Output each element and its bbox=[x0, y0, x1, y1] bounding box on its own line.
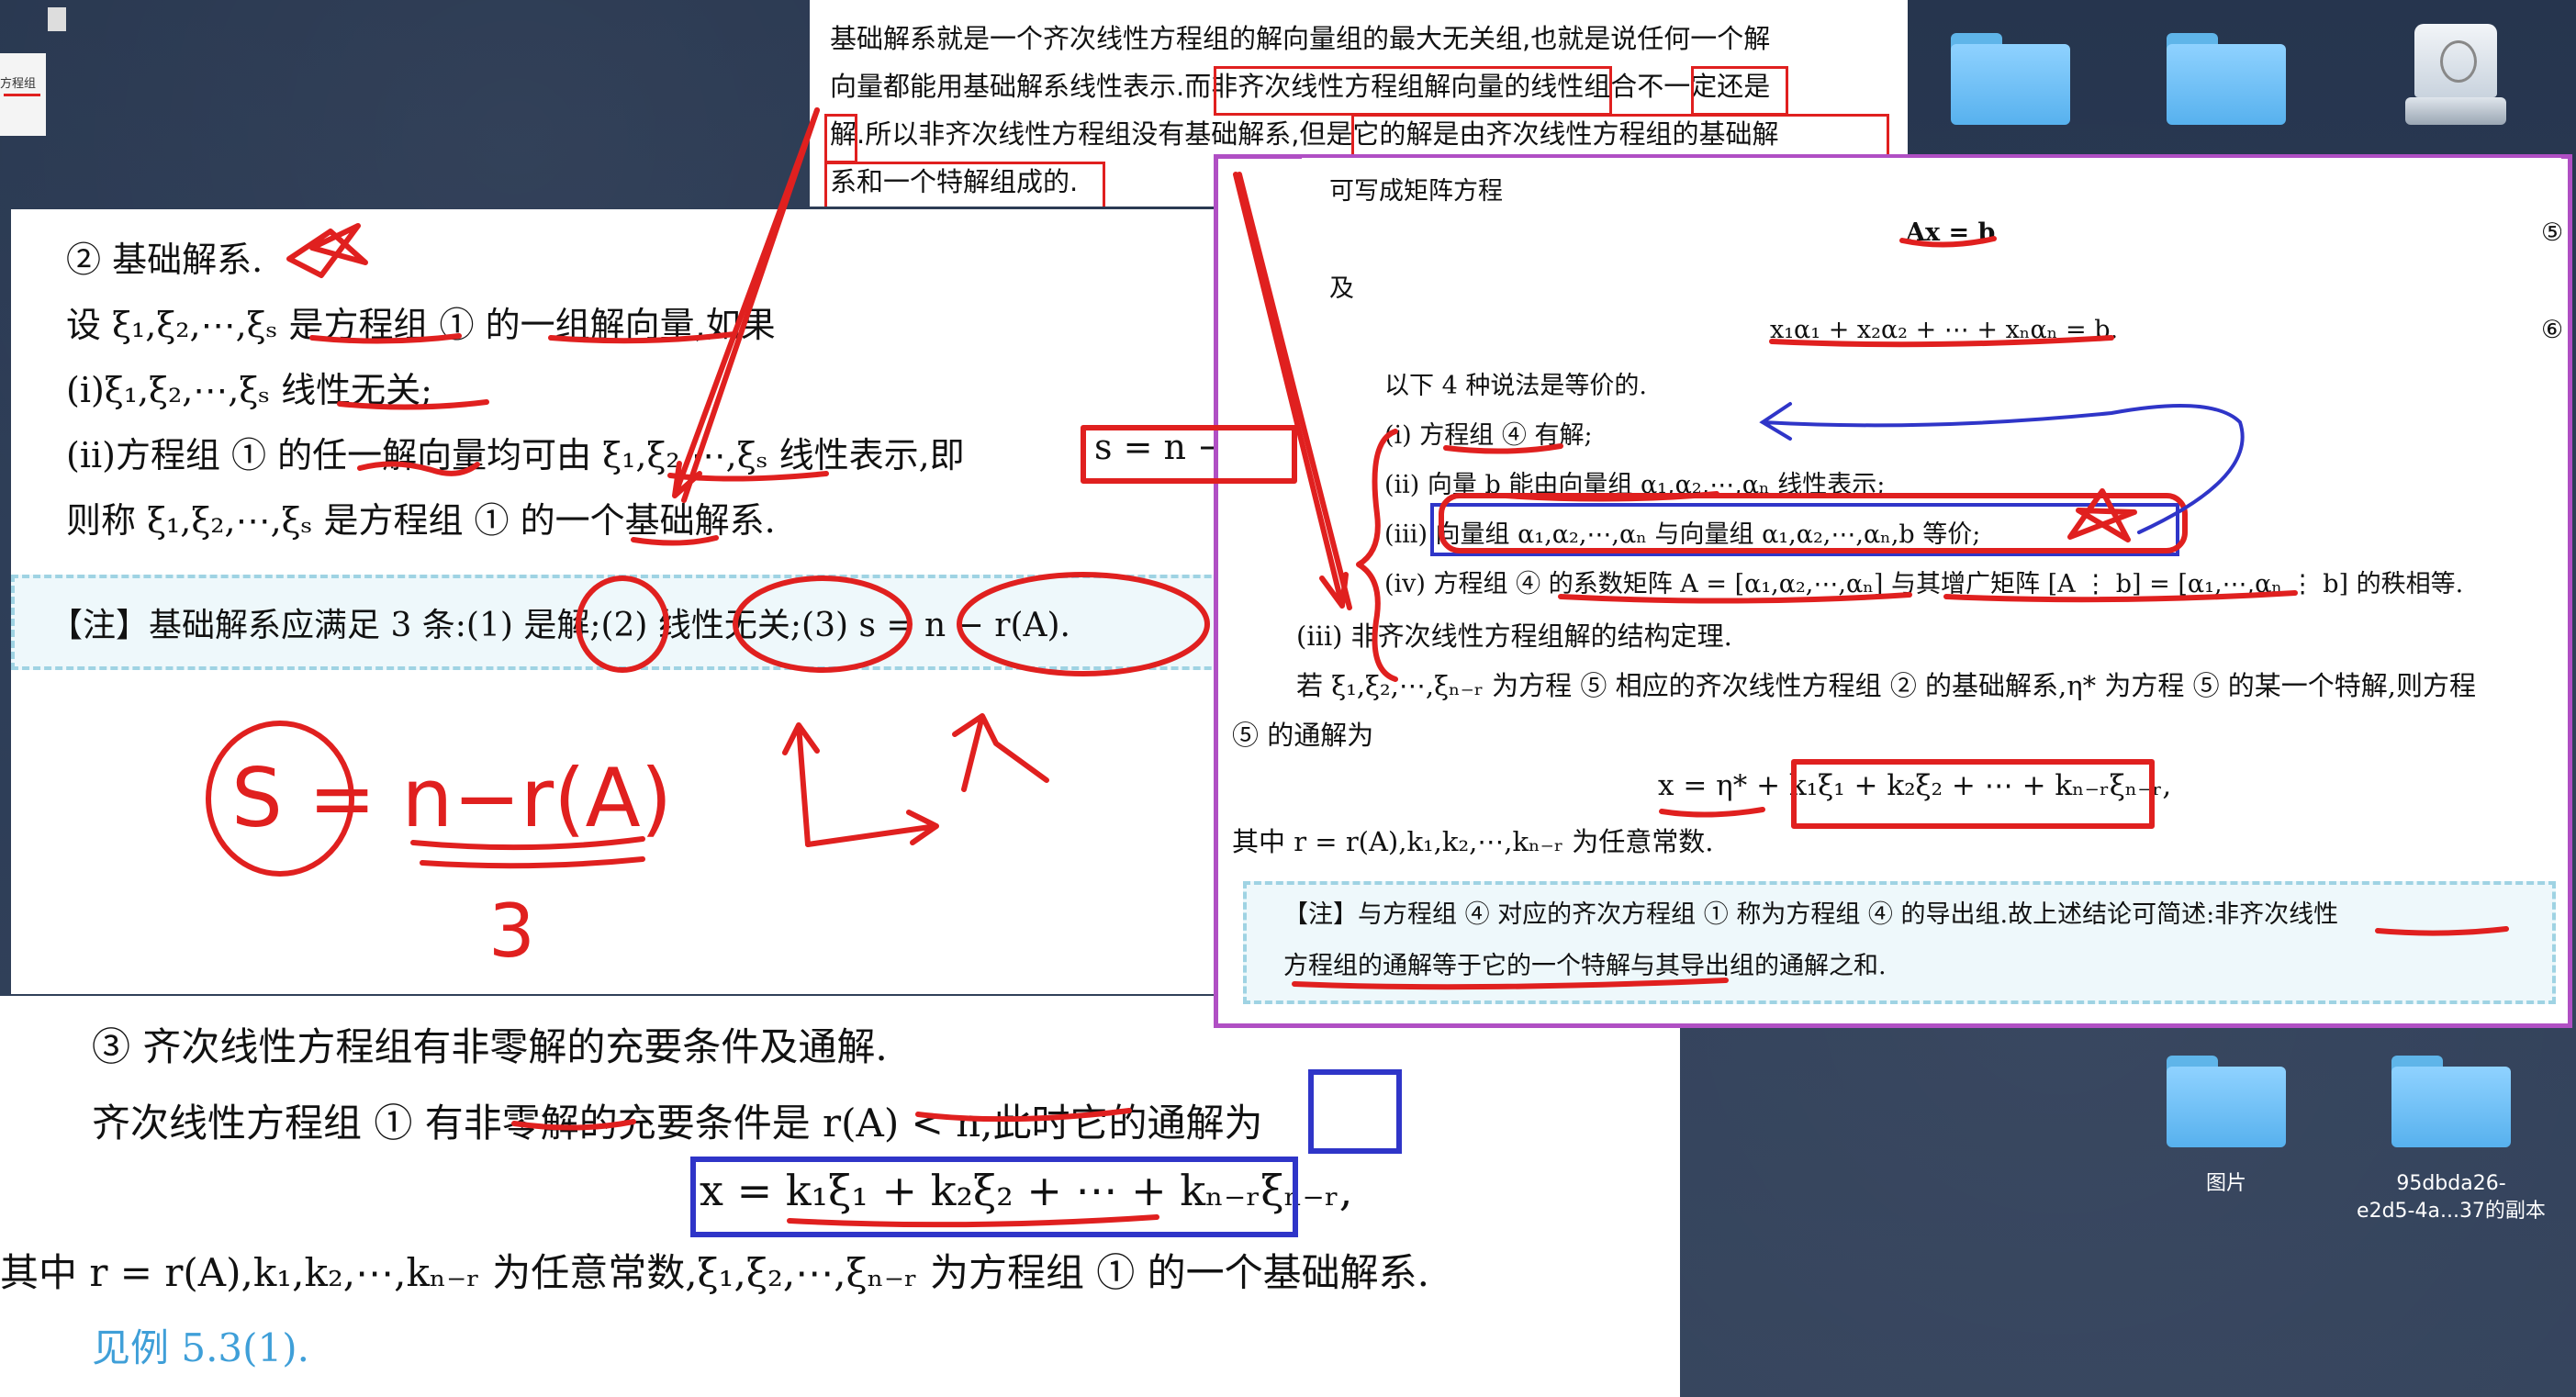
underline-fangchengzu bbox=[309, 333, 462, 344]
hand-arrow-diag bbox=[952, 713, 1049, 792]
underline-yizujie bbox=[548, 331, 737, 344]
underline-aug-matrix bbox=[1943, 590, 2298, 603]
arrow-to-structure bbox=[1233, 172, 1349, 609]
underline-you-jie bbox=[1443, 443, 1563, 454]
hand-arrow-right bbox=[805, 810, 939, 847]
circle-xianxingwuguan bbox=[733, 576, 913, 673]
arrow-to-basis-2 bbox=[681, 107, 820, 503]
underline-jichu bbox=[631, 535, 719, 546]
circle-shijie bbox=[576, 576, 669, 673]
box-structure-formula bbox=[1791, 759, 2155, 829]
underline-renyijie bbox=[357, 461, 480, 476]
ink-annotations bbox=[206, 107, 2509, 1228]
underline-vector-eq bbox=[1769, 335, 2114, 348]
underline-ax-b bbox=[1899, 236, 1997, 248]
underline-eta bbox=[1659, 807, 1765, 818]
circle-handwritten-s bbox=[206, 721, 354, 877]
arrow-to-structure-2 bbox=[1237, 172, 1352, 610]
box-s-formula bbox=[1081, 425, 1297, 484]
underline-feiling bbox=[511, 1119, 636, 1131]
underline-note-2 bbox=[1292, 978, 1729, 990]
underline-k-terms bbox=[787, 1214, 1159, 1228]
brace-equivalence bbox=[1356, 429, 1398, 682]
underline-xianxingwuguan bbox=[337, 399, 489, 410]
blue-arrow-loop bbox=[1759, 402, 2245, 534]
box-equivalence-iii bbox=[1439, 493, 2188, 553]
underline-handwritten bbox=[410, 836, 645, 869]
underline-note-1 bbox=[2375, 926, 2509, 936]
hand-arrow-up bbox=[782, 722, 820, 847]
red-star-left bbox=[286, 223, 368, 278]
circle-s-formula bbox=[957, 572, 1210, 676]
underline-coef-matrix bbox=[1558, 592, 1912, 604]
underline-rank-lt-n bbox=[915, 1108, 1132, 1123]
